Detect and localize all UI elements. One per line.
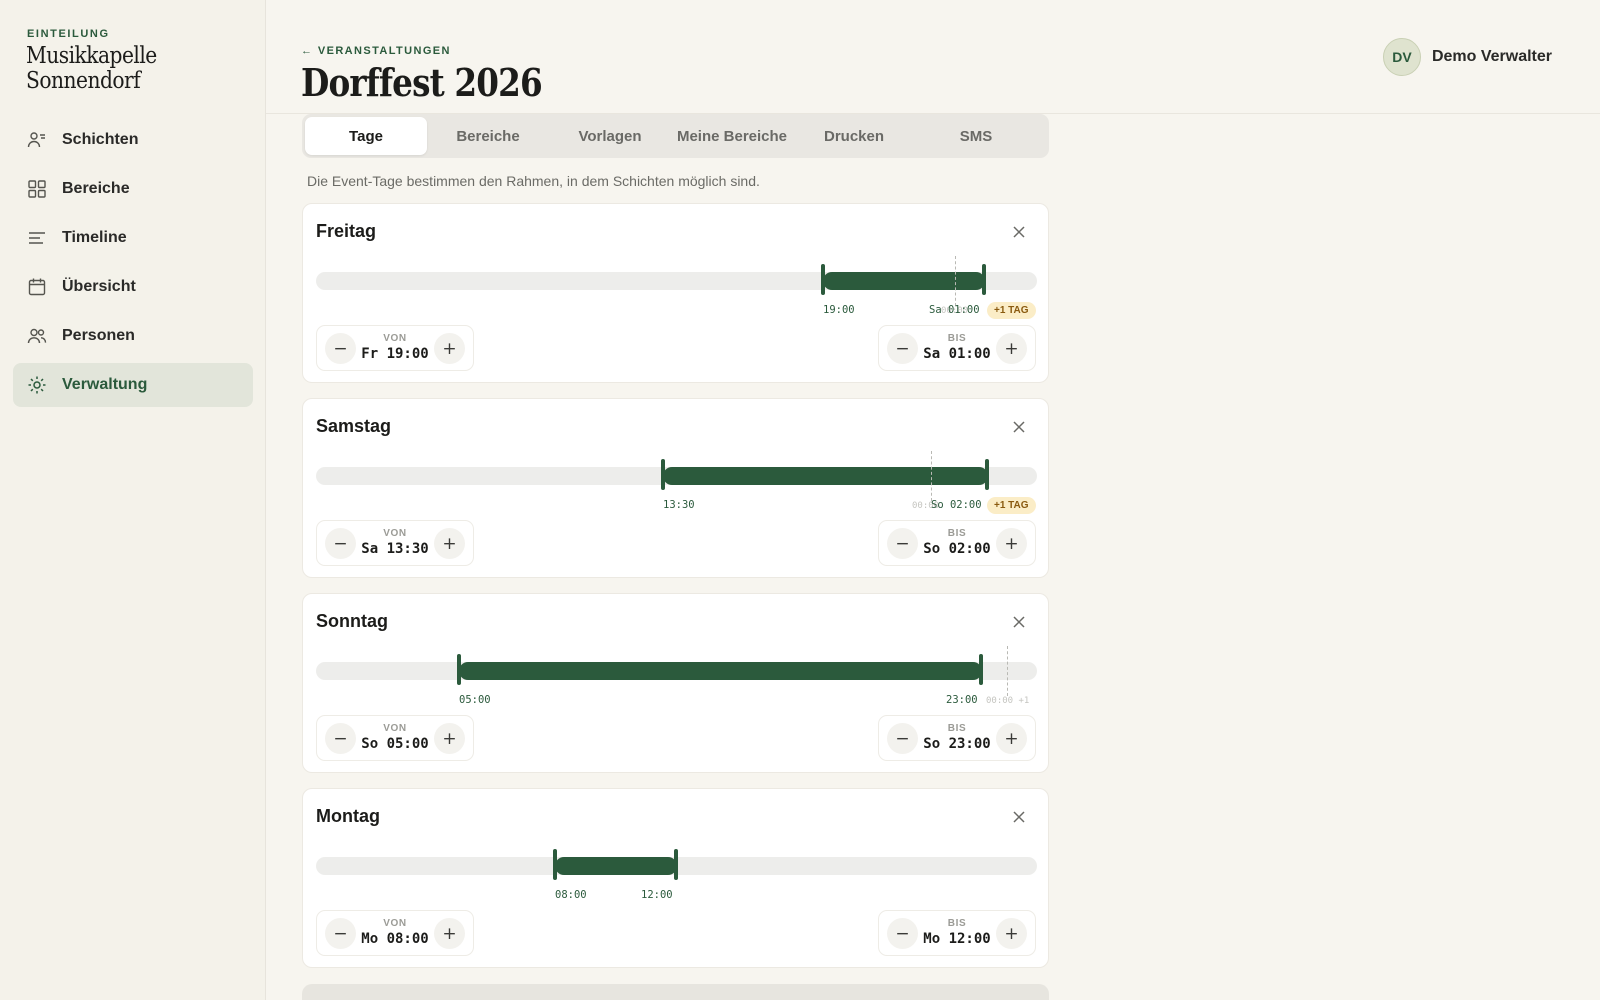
remove-day-button[interactable] [1008,806,1030,828]
time-range-bar[interactable] [663,467,988,485]
user-name: Demo Verwalter [1431,48,1552,65]
sidebar-item-personen[interactable]: Personen [13,314,253,358]
close-icon [1013,811,1025,823]
brand-name-line1: Musikkapelle [26,43,157,69]
sidebar-item-verwaltung[interactable]: Verwaltung [13,363,253,407]
end-handle[interactable] [985,459,989,490]
lines-icon [27,228,47,248]
increase-start-button[interactable]: + [434,918,465,949]
midnight-marker [955,256,956,306]
sidebar-item-uebersicht[interactable]: Übersicht [13,265,253,309]
close-icon [1013,226,1025,238]
calendar-icon [27,277,47,297]
increase-end-button[interactable]: + [996,528,1027,559]
end-handle[interactable] [674,849,678,880]
remove-day-button[interactable] [1008,221,1030,243]
start-handle[interactable] [661,459,665,490]
end-handle[interactable] [979,654,983,685]
day-name: Freitag [316,221,377,241]
day-name: Sonntag [316,611,388,631]
sidebar-item-label: Personen [62,327,135,344]
tab-sms[interactable]: SMS [915,117,1037,155]
sidebar-item-label: Übersicht [62,278,136,295]
back-to-events-link[interactable]: ← VERANSTALTUNGEN [301,45,451,57]
avatar: DV [1382,38,1421,76]
from-stepper: − VON Fr 19:00 + [316,325,474,371]
end-handle[interactable] [982,264,986,295]
time-range-bar[interactable] [555,857,677,875]
next-day-badge: +1 TAG [987,497,1036,514]
tab-vorlagen[interactable]: Vorlagen [549,117,671,155]
day-name: Montag [316,806,380,826]
from-stepper: − VON Mo 08:00 + [316,910,474,956]
sidebar-item-timeline[interactable]: Timeline [13,216,253,260]
remove-day-button[interactable] [1008,416,1030,438]
time-range-bar[interactable] [823,272,985,290]
from-stepper: − VON So 05:00 + [316,715,474,761]
end-time-label: 12:00 [641,889,673,901]
increase-end-button[interactable]: + [996,333,1027,364]
midnight-label: 00:00 +1 [986,696,1030,706]
sidebar: EINTEILUNG Musikkapelle Sonnendorf Schic… [0,0,266,1000]
sidebar-item-bereiche[interactable]: Bereiche [13,167,253,211]
start-handle[interactable] [457,654,461,685]
to-stepper: − BIS So 23:00 + [878,715,1036,761]
day-card-montag: Montag 08:00 12:00 − VON Mo 08:00 + − BI… [302,788,1049,968]
close-icon [1013,421,1025,433]
close-icon [1013,616,1025,628]
brand-kicker: EINTEILUNG [27,28,110,40]
tab-meine-bereiche[interactable]: Meine Bereiche [671,117,793,155]
to-stepper: − BIS Mo 12:00 + [878,910,1036,956]
user-menu[interactable]: DV Demo Verwalter [1382,38,1552,76]
end-time-label: 23:00 [946,694,978,706]
end-time-label: So 02:00 [931,499,982,511]
tab-bar: Tage Bereiche Vorlagen Meine Bereiche Dr… [302,114,1049,158]
tab-hint: Die Event-Tage bestimmen den Rahmen, in … [307,173,760,189]
brand-name-line2: Sonnendorf [26,68,141,94]
day-name: Samstag [316,416,392,436]
start-time-label: 13:30 [663,499,695,511]
remove-day-button[interactable] [1008,611,1030,633]
start-time-label: 08:00 [555,889,587,901]
tab-tage[interactable]: Tage [305,117,427,155]
person-list-icon [27,130,47,150]
end-time-label: Sa 01:00 [929,304,980,316]
sidebar-nav: Schichten Bereiche Timeline Übersicht Pe… [13,118,253,412]
tab-drucken[interactable]: Drucken [793,117,915,155]
time-range-bar[interactable] [459,662,982,680]
sidebar-item-label: Timeline [62,229,127,246]
day-card-samstag: Samstag 00:00 13:30 So 02:00 +1 TAG − VO… [302,398,1049,578]
day-card-freitag: Freitag 00:00 19:00 Sa 01:00 +1 TAG − VO… [302,203,1049,383]
start-handle[interactable] [553,849,557,880]
midnight-marker [931,451,932,501]
start-time-label: 19:00 [823,304,855,316]
increase-end-button[interactable]: + [996,723,1027,754]
from-stepper: − VON Sa 13:30 + [316,520,474,566]
sidebar-item-label: Bereiche [62,180,130,197]
to-stepper: − BIS Sa 01:00 + [878,325,1036,371]
sidebar-item-label: Verwaltung [62,376,148,393]
day-card-sonntag: Sonntag 05:00 23:00 00:00 +1 − VON So 05… [302,593,1049,773]
increase-start-button[interactable]: + [434,333,465,364]
next-day-badge: +1 TAG [987,302,1036,319]
tab-bereiche[interactable]: Bereiche [427,117,549,155]
start-time-label: 05:00 [459,694,491,706]
grid-icon [27,179,47,199]
start-handle[interactable] [821,264,825,295]
people-icon [27,326,47,346]
increase-start-button[interactable]: + [434,723,465,754]
add-day-button[interactable] [302,984,1049,1000]
increase-start-button[interactable]: + [434,528,465,559]
page-title: Dorffest 2026 [301,60,543,105]
midnight-marker [1007,646,1008,696]
sidebar-item-schichten[interactable]: Schichten [13,118,253,162]
brand-name: Musikkapelle Sonnendorf [26,44,220,94]
sidebar-item-label: Schichten [62,131,139,148]
to-stepper: − BIS So 02:00 + [878,520,1036,566]
increase-end-button[interactable]: + [996,918,1027,949]
gear-icon [27,375,47,395]
